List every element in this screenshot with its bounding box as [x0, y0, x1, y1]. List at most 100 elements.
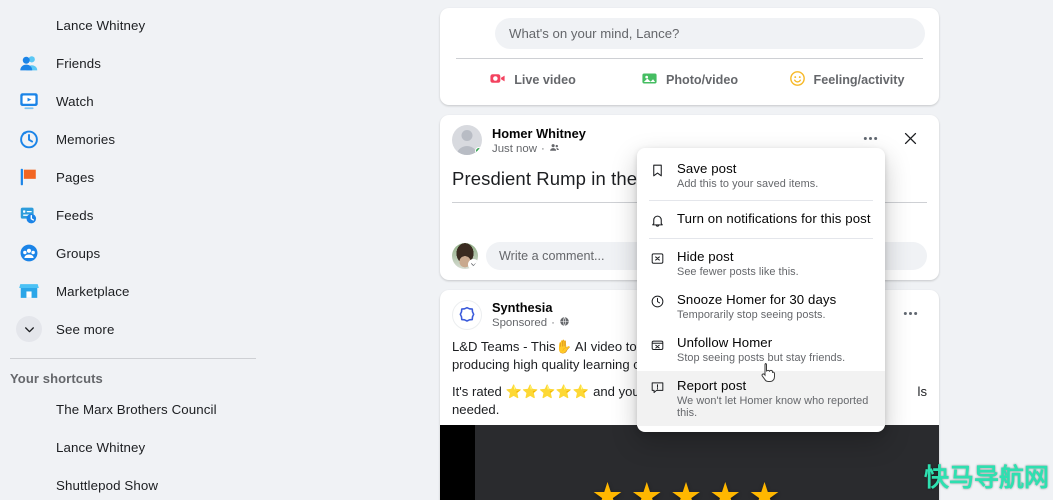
online-status-dot: [475, 147, 482, 155]
ad-more-options-button[interactable]: [897, 300, 923, 326]
ad-header-actions: [897, 300, 927, 326]
meta-dot: ·: [551, 317, 555, 329]
sidebar-item-label: Memories: [56, 131, 116, 147]
composer-actions: Live video Photo/video Feeling/activity: [454, 59, 925, 99]
post-author-name[interactable]: Homer Whitney: [492, 126, 586, 141]
groups-icon: [16, 240, 42, 266]
sidebar-item-label: See more: [56, 321, 115, 337]
feeling-activity-button[interactable]: Feeling/activity: [768, 65, 925, 95]
menu-item-subtitle: Temporarily stop seeing posts.: [677, 309, 826, 321]
menu-item-snooze-homer[interactable]: Snooze Homer for 30 days Temporarily sto…: [637, 285, 885, 328]
post-close-button[interactable]: [897, 125, 923, 151]
comment-avatar: [452, 243, 478, 269]
shortcut-label: Shuttlepod Show: [56, 477, 159, 493]
chevron-down-icon: [16, 316, 42, 342]
ad-rating-prefix: It's rated: [452, 384, 506, 400]
post-author-block: Homer Whitney Just now ·: [492, 125, 586, 156]
site-watermark: 快马导航网: [923, 463, 1049, 492]
photo-video-button[interactable]: Photo/video: [611, 65, 768, 95]
ad-advertiser-name[interactable]: Synthesia: [492, 300, 570, 315]
ad-line4-text: needed.: [452, 402, 500, 418]
menu-item-title: Report post: [677, 378, 747, 393]
sidebar-item-label: Feeds: [56, 207, 94, 223]
meta-dot: ·: [540, 143, 545, 155]
menu-item-save-post[interactable]: Save post Add this to your saved items.: [637, 154, 885, 197]
sidebar-item-marketplace[interactable]: Marketplace: [8, 272, 272, 310]
shortcut-label: Lance Whitney: [56, 439, 146, 455]
sidebar-item-label: Marketplace: [56, 283, 130, 299]
shortcut-marx-brothers-council[interactable]: The Marx Brothers Council: [8, 390, 272, 428]
sidebar-item-label: Friends: [56, 55, 102, 71]
menu-item-subtitle: See fewer posts like this.: [677, 266, 799, 278]
ad-video-player[interactable]: ★★★★★: [440, 425, 939, 500]
menu-divider: [649, 238, 873, 239]
post-options-menu: Save post Add this to your saved items. …: [637, 148, 885, 432]
sidebar-item-memories[interactable]: Memories: [8, 120, 272, 158]
bell-icon: [647, 211, 667, 228]
watch-icon: [16, 88, 42, 114]
sidebar-item-groups[interactable]: Groups: [8, 234, 272, 272]
sidebar-item-pages[interactable]: Pages: [8, 158, 272, 196]
ad-video-stars: ★★★★★: [591, 475, 788, 500]
ad-rating-tail: ls: [917, 384, 927, 400]
live-video-icon: [489, 70, 506, 90]
menu-item-text: Snooze Homer for 30 days Temporarily sto…: [677, 292, 836, 321]
avatar-chevron-icon[interactable]: [468, 259, 478, 269]
friends-audience-icon[interactable]: [549, 142, 560, 156]
menu-item-report-post[interactable]: Report post We won't let Homer know who …: [637, 371, 885, 426]
menu-item-title: Unfollow Homer: [677, 335, 773, 350]
menu-item-hide-post[interactable]: Hide post See fewer posts like this.: [637, 242, 885, 285]
menu-item-text: Hide post See fewer posts like this.: [677, 249, 799, 278]
sidebar-item-friends[interactable]: Friends: [8, 44, 272, 82]
shortcut-shuttlepod-show[interactable]: Shuttlepod Show: [8, 466, 272, 500]
menu-item-text: Turn on notifications for this post: [677, 211, 871, 226]
marx-thumbnail-icon: [16, 396, 42, 422]
shortcuts-heading: Your shortcuts: [10, 371, 103, 386]
live-video-label: Live video: [514, 73, 576, 87]
composer-row: What's on your mind, Lance?: [454, 18, 925, 49]
sponsored-label: Sponsored: [492, 317, 548, 329]
user-avatar: [16, 12, 42, 38]
menu-item-title: Save post: [677, 161, 737, 176]
sidebar-item-label: Lance Whitney: [56, 17, 146, 33]
post-author-avatar[interactable]: [452, 125, 482, 155]
photo-video-icon: [641, 70, 658, 90]
unfollow-icon: [647, 335, 667, 352]
menu-divider: [649, 200, 873, 201]
shortcut-lance-whitney[interactable]: Lance Whitney: [8, 428, 272, 466]
report-icon: [647, 378, 667, 395]
facebook-feed-screen: Lance Whitney Friends Watch Memories Pag…: [0, 0, 1053, 500]
ad-rating-stars: ⭐⭐⭐⭐⭐: [505, 384, 590, 400]
menu-item-text: Report post We won't let Homer know who …: [677, 378, 873, 419]
feeling-activity-label: Feeling/activity: [813, 73, 905, 87]
live-video-button[interactable]: Live video: [454, 65, 611, 95]
feeling-activity-icon: [789, 70, 806, 90]
globe-icon: [559, 316, 570, 330]
menu-item-title: Hide post: [677, 249, 734, 264]
menu-item-turn-on-notifications[interactable]: Turn on notifications for this post: [637, 204, 885, 235]
sidebar-item-label: Pages: [56, 169, 95, 185]
menu-item-subtitle: We won't let Homer know who reported thi…: [677, 395, 869, 419]
feeds-icon: [16, 202, 42, 228]
menu-item-subtitle: Add this to your saved items.: [677, 178, 819, 190]
hide-x-icon: [647, 249, 667, 266]
menu-item-unfollow-homer[interactable]: Unfollow Homer Stop seeing posts but sta…: [637, 328, 885, 371]
shuttlepod-thumbnail-icon: [16, 472, 42, 498]
sidebar-item-feeds[interactable]: Feeds: [8, 196, 272, 234]
composer-avatar: [454, 18, 485, 49]
sidebar-item-profile[interactable]: Lance Whitney: [8, 6, 272, 44]
synthesia-logo-icon[interactable]: [452, 300, 482, 330]
menu-item-title: Snooze Homer for 30 days: [677, 292, 837, 307]
composer-input[interactable]: What's on your mind, Lance?: [495, 18, 925, 49]
shortcut-label: The Marx Brothers Council: [56, 401, 217, 417]
lance-avatar-icon: [16, 434, 42, 460]
post-composer-card: What's on your mind, Lance? Live video P…: [440, 8, 939, 105]
sidebar-item-watch[interactable]: Watch: [8, 82, 272, 120]
friends-icon: [16, 50, 42, 76]
ad-meta: Sponsored ·: [492, 316, 570, 330]
sidebar-item-see-more[interactable]: See more: [8, 310, 272, 348]
post-timestamp: Just now: [492, 143, 537, 155]
marketplace-icon: [16, 278, 42, 304]
photo-video-label: Photo/video: [665, 73, 739, 87]
ad-author-block: Synthesia Sponsored ·: [492, 300, 570, 330]
